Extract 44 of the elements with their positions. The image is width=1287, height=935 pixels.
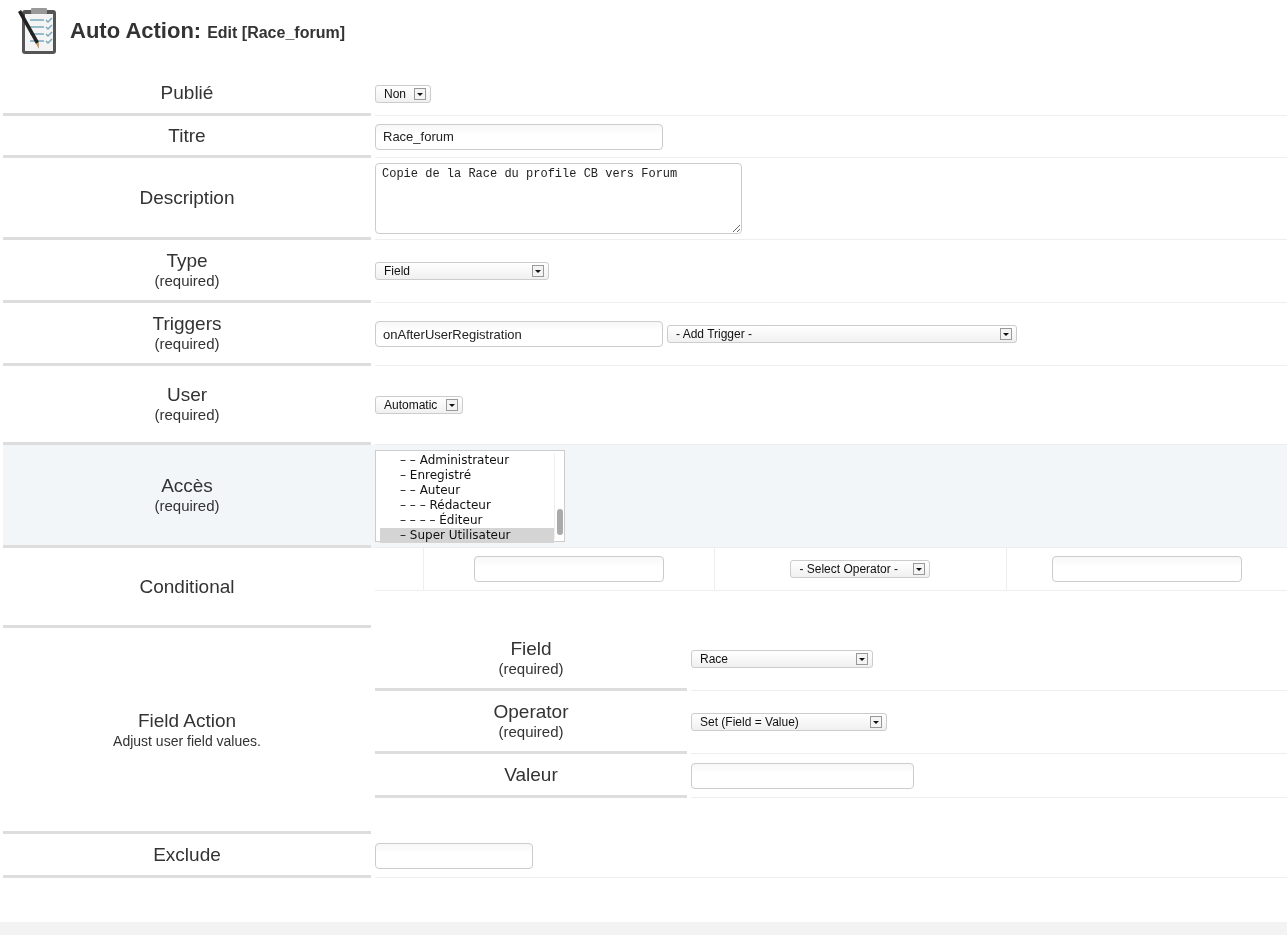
description-field[interactable]: Copie de la Race du profile CB vers Forum: [375, 163, 742, 234]
field-label: Field: [510, 638, 552, 660]
dropdown[interactable]: Set (Field = Value): [691, 713, 887, 731]
list-option[interactable]: – – Auteur: [380, 483, 554, 498]
dropdown[interactable]: Non: [375, 84, 431, 103]
field-label: Field Action: [137, 709, 237, 732]
field-note: Adjust user field values.: [113, 731, 261, 750]
field-note: (required): [154, 497, 220, 515]
text-field[interactable]: [375, 842, 533, 869]
field-label: Accès: [161, 475, 213, 497]
page-title: Auto Action: Edit [Race_forum]: [70, 18, 345, 44]
dropdown[interactable]: - Add Trigger -: [667, 325, 1017, 343]
field-note: (required): [154, 406, 220, 424]
text-field[interactable]: [691, 762, 914, 789]
list-option[interactable]: – Super Utilisateur: [380, 528, 554, 543]
text-field[interactable]: [473, 556, 664, 582]
page-subtitle: Edit [Race_forum]: [207, 24, 345, 41]
field-label: Description: [139, 186, 235, 209]
list-option[interactable]: – Enregistré: [380, 468, 554, 483]
text-field[interactable]: onAfterUserRegistration: [375, 321, 663, 347]
field-label: User: [166, 384, 208, 406]
dropdown[interactable]: - Select Operator -: [790, 560, 931, 578]
scrollbar-thumb[interactable]: [556, 509, 563, 535]
required-note: (required): [498, 723, 564, 741]
dropdown[interactable]: Automatic: [375, 396, 463, 414]
dropdown[interactable]: Field: [375, 262, 549, 280]
field-note: (required): [154, 272, 220, 290]
field-label: Operator: [493, 701, 569, 723]
field-label: Titre: [168, 124, 206, 147]
dropdown[interactable]: Race: [691, 650, 873, 668]
list-option[interactable]: – – – – Éditeur: [380, 513, 554, 528]
field-note: (required): [154, 335, 220, 353]
required-note: (required): [498, 660, 564, 678]
field-label: Exclude: [153, 843, 221, 866]
text-field[interactable]: [1051, 556, 1242, 582]
list-option[interactable]: – – – Rédacteur: [380, 498, 554, 513]
field-label: Valeur: [504, 763, 558, 786]
access-listbox[interactable]: – – Administrateur – Enregistré – – Auteur – – – Rédacteur – – – – Éditeur – Super Utilisateur: [375, 450, 565, 542]
text-field[interactable]: Race_forum: [375, 123, 663, 150]
list-option[interactable]: – – Administrateur: [380, 453, 554, 468]
field-label: Type: [166, 250, 208, 272]
field-label: Triggers: [152, 313, 222, 335]
field-label: Publié: [160, 81, 214, 104]
field-label: Conditional: [139, 575, 235, 598]
